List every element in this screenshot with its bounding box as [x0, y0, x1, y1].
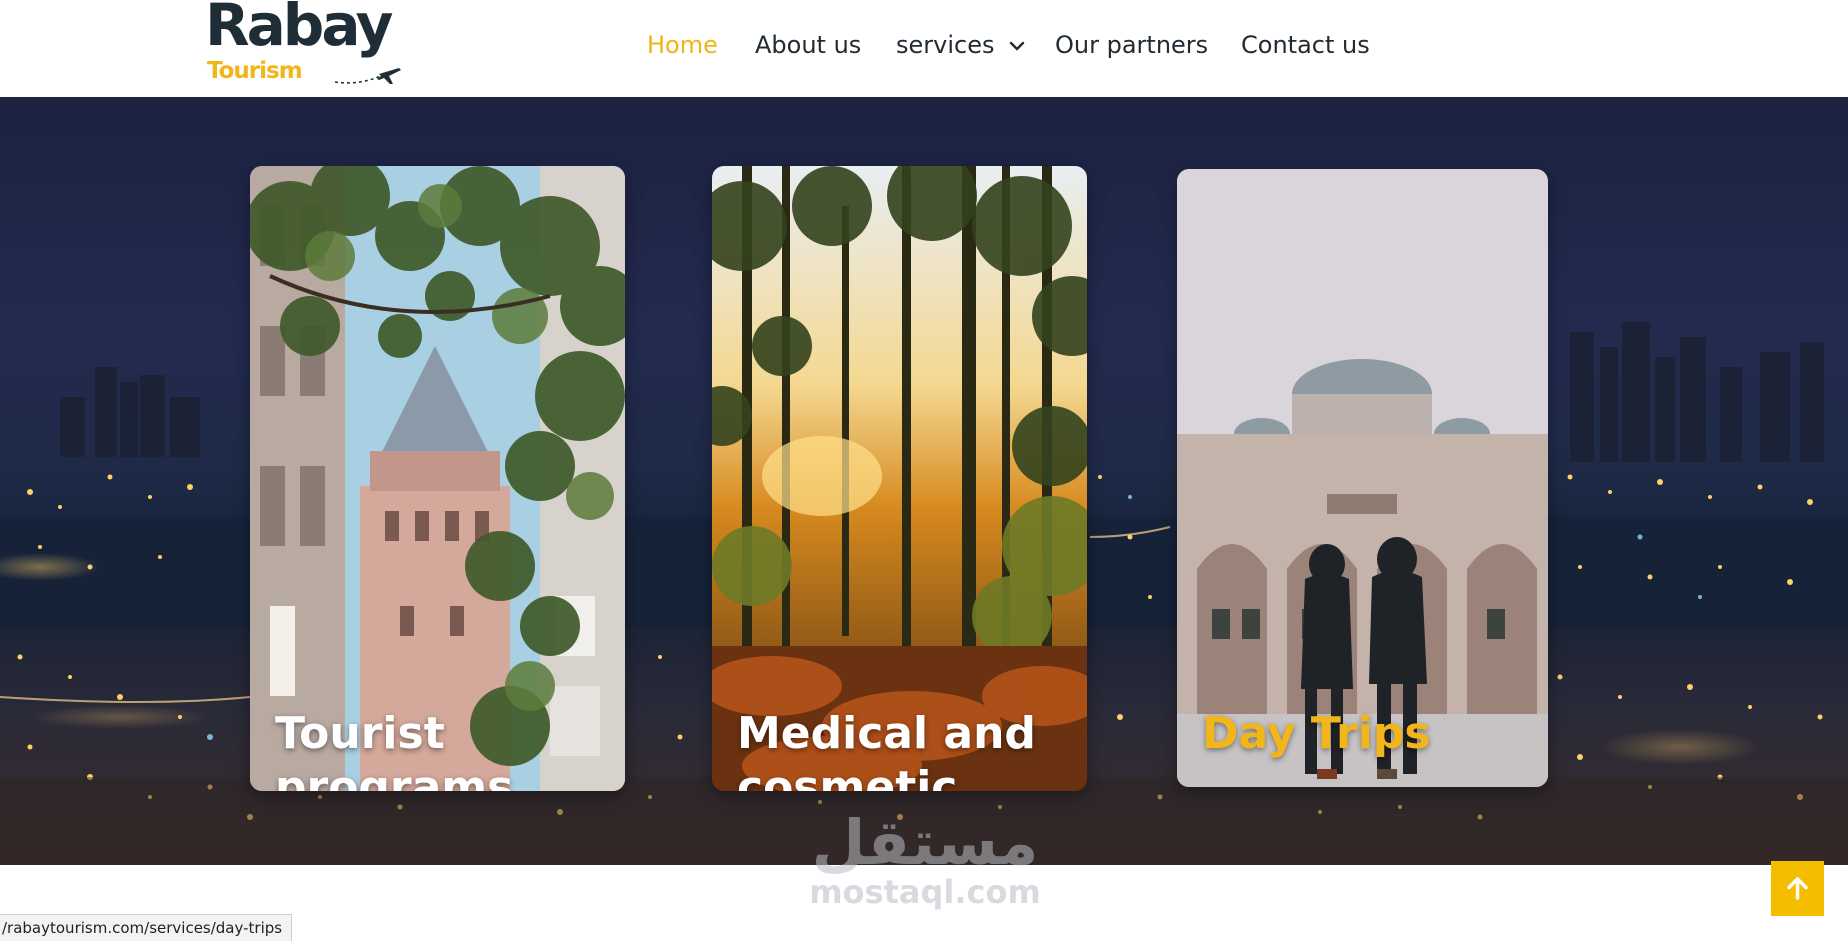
main-nav: Home About us services Our partners Cont… [0, 0, 1848, 90]
back-to-top-button[interactable] [1771, 861, 1824, 916]
nav-services[interactable]: services [896, 30, 1026, 60]
nav-about-us[interactable]: About us [755, 30, 861, 60]
browser-status-url: /rabaytourism.com/services/day-trips [0, 914, 293, 941]
mostaql-watermark: مستقل mostaql.com [805, 808, 1045, 923]
watermark-arabic-text: مستقل [811, 806, 1039, 879]
site-header: Rabay Tourism Home About us services Our… [0, 0, 1848, 97]
mosque-couple-image [1177, 169, 1548, 787]
service-card-medical-cosmetic-tourism[interactable]: Medical and cosmetic Tourism [712, 166, 1087, 791]
nav-home[interactable]: Home [647, 30, 718, 60]
service-card-day-trips[interactable]: Day Trips [1177, 169, 1548, 787]
nav-our-partners[interactable]: Our partners [1055, 30, 1208, 60]
card-title: Medical and cosmetic Tourism [737, 708, 1036, 791]
watermark-latin-text: mostaql.com [809, 873, 1041, 911]
nav-services-label: services [896, 31, 995, 59]
chevron-down-icon [1009, 41, 1025, 51]
galata-tower-image [250, 166, 625, 791]
card-title: Tourist programs [275, 708, 514, 791]
arrow-up-icon [1787, 877, 1808, 900]
card-title: Day Trips [1202, 708, 1431, 759]
nav-contact-us[interactable]: Contact us [1241, 30, 1370, 60]
service-card-tourist-programs[interactable]: Tourist programs [250, 166, 625, 791]
forest-sunset-image [712, 166, 1087, 791]
